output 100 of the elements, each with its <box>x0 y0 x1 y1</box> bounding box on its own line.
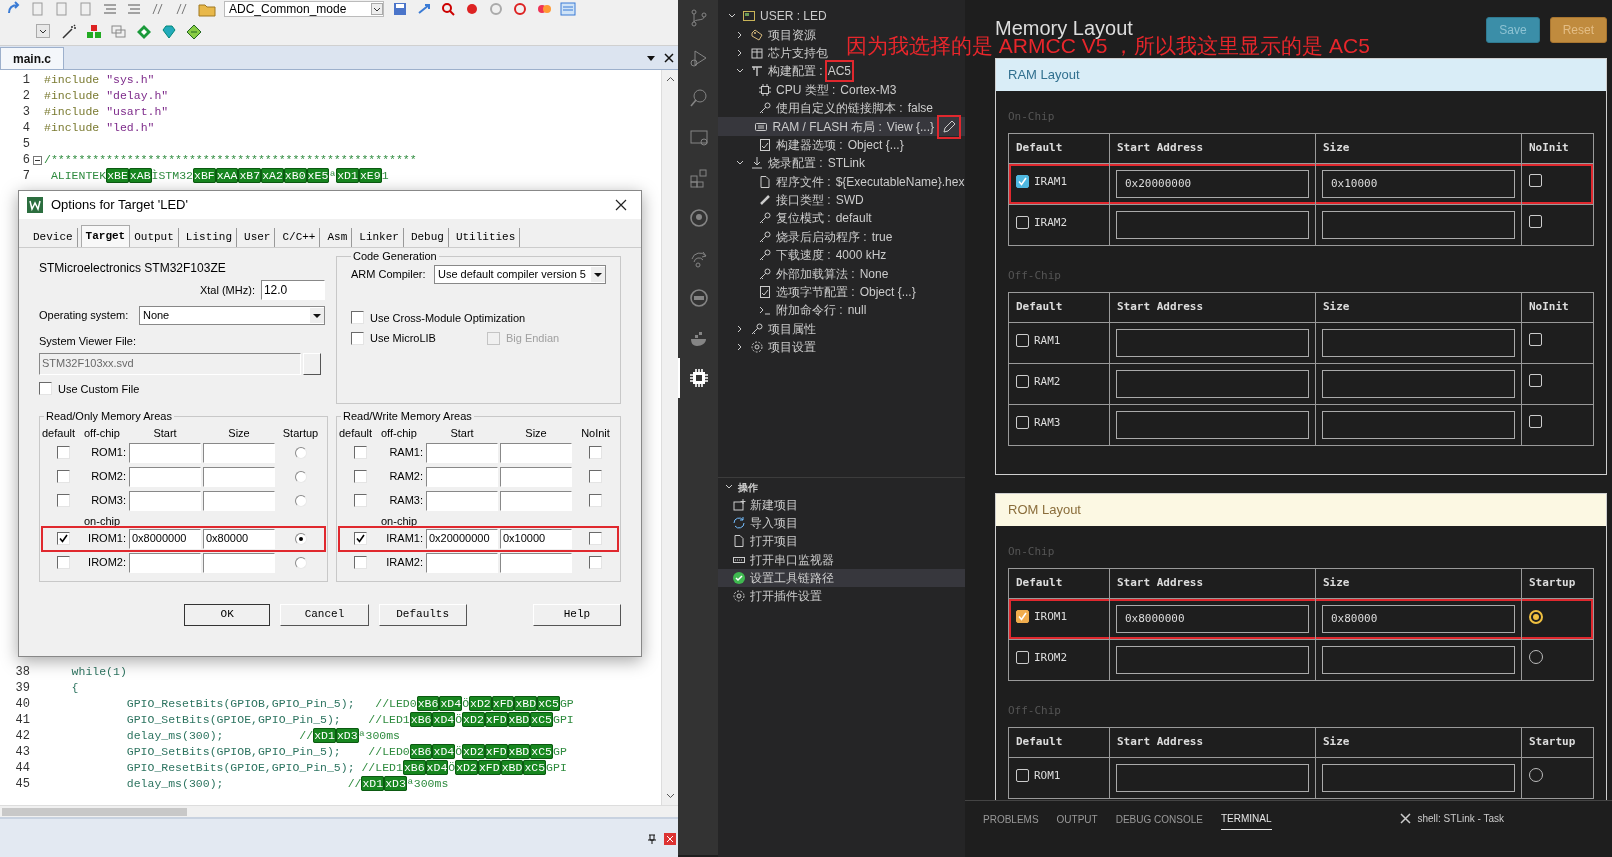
tree-item[interactable]: 外部加载算法 : None <box>718 264 892 283</box>
close-icon[interactable] <box>615 199 627 211</box>
tree-item[interactable]: 烧录配置 : STLink <box>718 154 869 173</box>
tree-item[interactable]: 选项字节配置 : Object {...} <box>718 282 919 302</box>
chips-icon[interactable] <box>186 23 202 40</box>
tree-item[interactable]: 下载速度 : 4000 kHz <box>718 246 890 265</box>
tree-item[interactable]: 使用自定义的链接脚本 : false <box>718 98 937 118</box>
checkbox[interactable] <box>353 532 367 545</box>
dialog-tab[interactable]: User <box>240 228 276 247</box>
tree-item[interactable]: 芯片支持包 <box>718 43 830 63</box>
checkbox[interactable] <box>350 331 364 345</box>
input-field[interactable]: 0x80000 <box>1322 605 1515 633</box>
input-field[interactable] <box>1322 764 1515 792</box>
input-field[interactable] <box>129 552 201 573</box>
radio-button[interactable] <box>294 556 307 569</box>
blocks-icon[interactable] <box>688 167 710 189</box>
input-field[interactable] <box>1116 329 1309 357</box>
action-item[interactable]: 设置工具链路径 <box>718 568 965 587</box>
input-field[interactable] <box>129 466 201 487</box>
diamond-icon[interactable] <box>136 23 152 40</box>
input-field[interactable] <box>426 466 498 487</box>
dialog-tab[interactable]: Asm <box>323 228 353 247</box>
fold-icon[interactable] <box>32 155 42 165</box>
checkbox[interactable] <box>353 446 367 459</box>
checkbox[interactable] <box>56 556 70 569</box>
dialog-tab[interactable]: Utilities <box>451 228 521 247</box>
input-field[interactable]: 0x8000000 <box>1116 605 1309 633</box>
panel-tab[interactable]: DEBUG CONSOLE <box>1115 811 1203 830</box>
input-field[interactable] <box>129 442 201 463</box>
checkbox[interactable] <box>56 532 70 545</box>
branch-icon[interactable] <box>688 7 710 29</box>
radio-button[interactable] <box>294 446 307 459</box>
input-field[interactable] <box>1116 370 1309 398</box>
save-icon[interactable] <box>392 1 408 17</box>
input-field[interactable]: 0x80000 <box>203 528 275 549</box>
input-field[interactable] <box>129 490 201 511</box>
checkbox[interactable] <box>350 311 364 325</box>
compiler-dropdown[interactable]: Use default compiler version 5 <box>434 264 606 284</box>
checkbox[interactable] <box>353 556 367 569</box>
editor-tab[interactable]: main.c <box>0 47 64 69</box>
input-field[interactable]: 0x20000000 <box>426 528 498 549</box>
dialog-tab[interactable]: Debug <box>406 228 449 247</box>
action-item[interactable]: 打开串口监视器 <box>718 550 965 569</box>
monitor-icon[interactable] <box>688 127 710 149</box>
tree-item[interactable]: CPU 类型 : Cortex-M3 <box>718 80 900 99</box>
dialog-button[interactable]: Defaults <box>378 603 467 626</box>
input-field[interactable] <box>203 490 275 511</box>
scrollbar-thumb[interactable] <box>2 807 187 816</box>
input-field[interactable] <box>426 552 498 573</box>
ring-icon[interactable] <box>512 1 528 17</box>
dialog-tab[interactable]: Device <box>29 228 78 247</box>
checkbox[interactable] <box>56 446 70 459</box>
input-field[interactable] <box>1322 646 1515 674</box>
tree-item[interactable]: 构建配置 : AC5 <box>718 62 854 81</box>
panel-tab[interactable]: TERMINAL <box>1220 811 1272 830</box>
checkbox[interactable] <box>56 494 70 507</box>
tree-item[interactable]: 项目属性 <box>718 319 818 339</box>
terminal-name[interactable]: shell: STLink - Task <box>1417 811 1504 826</box>
input-field[interactable]: 0x10000 <box>1322 170 1515 198</box>
arrows-icon[interactable] <box>416 1 432 17</box>
wand-icon[interactable] <box>61 23 77 40</box>
action-item[interactable]: 打开插件设置 <box>718 586 965 606</box>
dot-icon[interactable] <box>464 1 480 17</box>
checkbox[interactable] <box>589 556 602 569</box>
os-dropdown[interactable]: None <box>138 306 325 325</box>
checkbox[interactable] <box>56 470 70 483</box>
dialog-button[interactable]: OK <box>184 603 271 626</box>
dialog-tab[interactable]: Target <box>80 225 131 247</box>
input-field[interactable] <box>500 466 572 487</box>
input-field[interactable] <box>203 466 275 487</box>
input-field[interactable] <box>203 552 275 573</box>
close-icon[interactable] <box>664 53 674 63</box>
tree-item[interactable]: 构建器选项 : Object {...} <box>718 135 907 155</box>
tools-icon[interactable] <box>1399 812 1413 825</box>
radio-button[interactable] <box>294 470 307 483</box>
input-field[interactable] <box>1116 211 1309 239</box>
input-field[interactable] <box>426 490 498 511</box>
dialog-tab[interactable]: Listing <box>181 228 238 247</box>
browse-button[interactable] <box>303 352 321 375</box>
circle-icon[interactable] <box>688 207 710 229</box>
cubes-icon[interactable] <box>86 23 102 40</box>
dialog-button[interactable]: Cancel <box>280 603 369 626</box>
tree-item[interactable]: 附加命令行 : null <box>718 301 870 320</box>
input-field[interactable]: 0x8000000 <box>129 528 201 549</box>
panel-tab[interactable]: PROBLEMS <box>983 811 1039 830</box>
input-field[interactable] <box>1322 211 1515 239</box>
radio-button[interactable] <box>294 532 307 545</box>
input-field[interactable] <box>1116 646 1309 674</box>
radio-button[interactable] <box>294 494 307 507</box>
tree-item[interactable]: 程序文件 : ${ExecutableName}.hex <box>718 172 968 191</box>
checkbox[interactable] <box>589 494 602 507</box>
pin-icon[interactable] <box>646 833 658 845</box>
input-field[interactable] <box>500 442 572 463</box>
checkbox[interactable] <box>1016 610 1029 623</box>
tree-item[interactable]: 项目资源 <box>718 25 818 44</box>
gem-icon[interactable] <box>161 23 177 40</box>
dialog-tab[interactable]: C/C++ <box>278 228 321 247</box>
chip-icon[interactable] <box>688 367 710 389</box>
dialog-button[interactable]: Help <box>532 603 621 626</box>
checkbox[interactable] <box>589 532 602 545</box>
